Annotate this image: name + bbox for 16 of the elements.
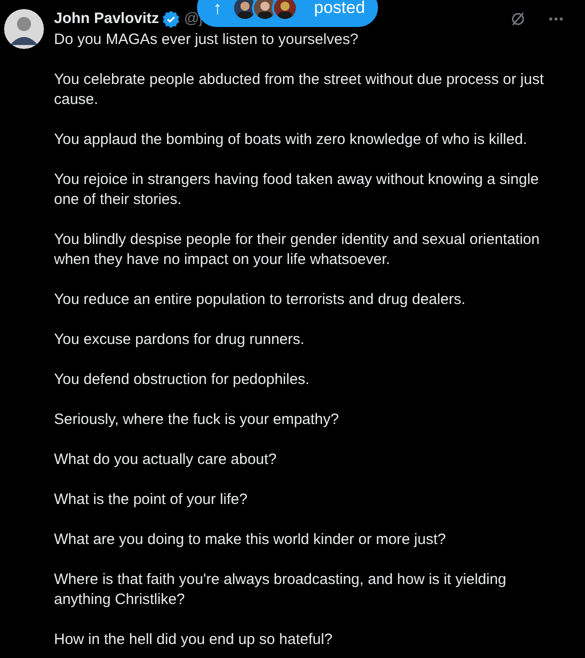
post-paragraph: You applaud the bombing of boats with zero knowledge of who is killed. [54,130,528,150]
post-paragraph: What is the point of your life? [54,490,248,510]
post-paragraph: You rejoice in strangers having food taken away without knowing a single one of their stories. [54,170,540,210]
avatar[interactable] [4,9,44,49]
post-paragraph: You blindly despise people for their gender identity and sexual orientation when they have no impact on your life whatsoever. [54,230,541,270]
post-paragraph: You excuse pardons for drug runners. [54,330,306,350]
post-paragraph: How in the hell did you end up so hateful? [54,630,334,650]
post-paragraph: Do you MAGAs ever just listen to yourselves? [54,30,360,50]
post-paragraph: Where is that faith you're always broadcasting, and how is it yielding anything Christlike? [54,570,508,610]
post-paragraph: You defend obstruction for pedophiles. [54,370,310,390]
post-paragraph: You celebrate people abducted from the street without due process or just cause. [54,70,545,110]
post-paragraph: What do you actually care about? [54,450,278,470]
post-paragraph: What are you doing to make this world kinder or more just? [54,530,447,550]
author-name[interactable]: John Pavlovitz [54,8,160,30]
post-paragraph: You reduce an entire population to terrorists and drug dealers. [54,290,466,310]
post-paragraph: Seriously, where the fuck is your empathy? [54,410,340,430]
